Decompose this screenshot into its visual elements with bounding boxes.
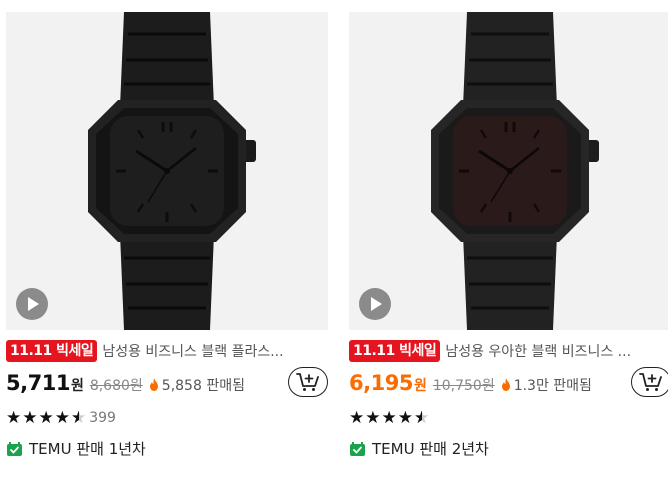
price: 5,711 [6, 371, 70, 395]
product-image[interactable] [6, 12, 328, 330]
sold-count: 5,858 판매됨 [161, 378, 245, 394]
seller-info: TEMU 판매 2년차 [372, 439, 489, 458]
seller-info: TEMU 판매 1년차 [29, 439, 146, 458]
fire-icon [149, 378, 158, 391]
store-icon [350, 441, 365, 456]
price: 6,195 [349, 371, 413, 395]
product-card[interactable]: 11.11 빅세일 남성용 우아한 블랙 비즈니스 ... 6,195 원 10… [349, 12, 668, 459]
product-title[interactable]: 남성용 우아한 블랙 비즈니스 ... [445, 341, 668, 361]
rating-row: ★★★★★★ [349, 407, 668, 429]
sold-count: 1.3만 판매됨 [513, 378, 592, 394]
play-video-button[interactable] [16, 288, 48, 320]
add-to-cart-button[interactable] [631, 367, 668, 397]
play-icon [28, 297, 39, 311]
original-price: 10,750원 [432, 378, 495, 394]
title-row: 11.11 빅세일 남성용 비즈니스 블랙 플라스... [6, 340, 328, 362]
product-image[interactable] [349, 12, 668, 330]
add-to-cart-icon [296, 373, 319, 391]
add-to-cart-button[interactable] [288, 367, 328, 397]
price-unit: 원 [413, 378, 427, 394]
product-title[interactable]: 남성용 비즈니스 블랙 플라스... [102, 341, 327, 361]
star-rating: ★★★★★★ [6, 408, 88, 428]
price-row: 5,711 원 8,680원 5,858 판매됨 [6, 367, 328, 401]
star-rating: ★★★★★★ [349, 408, 431, 428]
store-icon [7, 441, 22, 456]
price-unit: 원 [70, 378, 84, 394]
play-icon [371, 297, 382, 311]
sale-badge: 11.11 빅세일 [6, 340, 98, 362]
play-video-button[interactable] [359, 288, 391, 320]
watch-image [88, 12, 256, 330]
watch-image [431, 12, 599, 330]
title-row: 11.11 빅세일 남성용 우아한 블랙 비즈니스 ... [349, 340, 668, 362]
seller-row: TEMU 판매 1년차 [6, 437, 328, 459]
add-to-cart-icon [639, 373, 662, 391]
seller-row: TEMU 판매 2년차 [349, 437, 668, 459]
original-price: 8,680원 [89, 378, 143, 394]
product-card[interactable]: 11.11 빅세일 남성용 비즈니스 블랙 플라스... 5,711 원 8,6… [6, 12, 328, 459]
half-star-icon: ★★ [413, 408, 431, 428]
fire-icon [501, 378, 510, 391]
price-row: 6,195 원 10,750원 1.3만 판매됨 [349, 367, 668, 401]
sale-badge: 11.11 빅세일 [349, 340, 441, 362]
rating-row: ★★★★★★ 399 [6, 407, 328, 429]
half-star-icon: ★★ [70, 408, 88, 428]
review-count: 399 [89, 410, 116, 426]
